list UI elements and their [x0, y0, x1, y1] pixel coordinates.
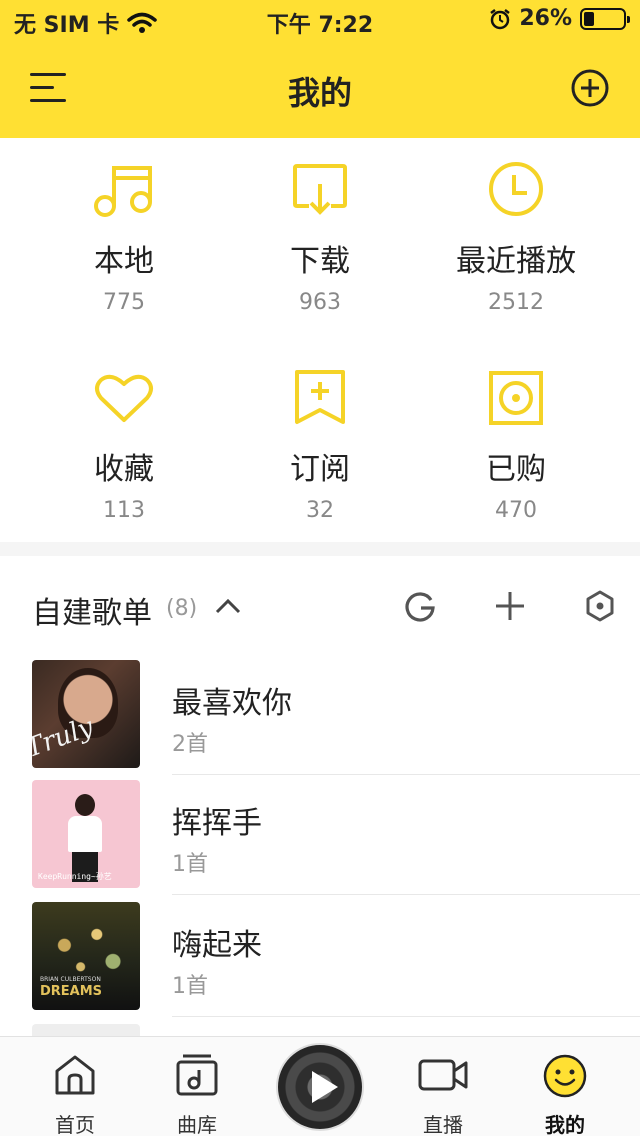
tile-label: 收藏	[94, 452, 154, 487]
music-note-icon	[94, 166, 152, 217]
playlist-cover: KeepRunning~孙艺	[32, 780, 140, 888]
settings-hex-icon[interactable]	[584, 590, 616, 622]
tab-live[interactable]: 直播	[388, 1037, 498, 1136]
cover-artist: BRIAN CULBERTSON	[40, 976, 101, 983]
add-playlist-icon[interactable]	[494, 590, 526, 622]
tab-mine[interactable]: 我的	[510, 1037, 620, 1136]
battery-percent: 26%	[519, 6, 572, 31]
play-icon[interactable]	[312, 1071, 338, 1103]
tile-purchased[interactable]: 已购 470	[416, 364, 616, 523]
status-right: 26%	[489, 6, 630, 31]
tile-count: 963	[299, 290, 341, 315]
tile-label: 已购	[486, 452, 546, 487]
tile-subscribe[interactable]: 订阅 32	[220, 364, 420, 523]
playlist-name: 挥挥手	[172, 806, 262, 841]
bookmark-plus-icon	[295, 370, 345, 424]
row-divider	[172, 894, 640, 895]
status-bar: 无 SIM 卡 下午 7:22 26%	[0, 0, 640, 40]
playlist-name: 嗨起来	[172, 928, 262, 963]
cover-title: DREAMS	[40, 984, 103, 999]
battery-level	[584, 11, 594, 26]
playlist-count: 2首	[172, 732, 208, 757]
tab-label: 首页	[55, 1113, 95, 1136]
tile-download[interactable]: 下载 963	[220, 156, 420, 315]
tile-label: 最近播放	[456, 244, 576, 279]
clock-icon	[489, 162, 543, 216]
row-divider	[172, 774, 640, 775]
section-title[interactable]: 自建歌单	[32, 588, 152, 632]
tile-count: 32	[306, 498, 334, 523]
tab-label: 直播	[423, 1113, 463, 1136]
tile-favorites[interactable]: 收藏 113	[24, 364, 224, 523]
smiley-face-icon	[543, 1054, 587, 1098]
playlist-cover: BRIAN CULBERTSON DREAMS	[32, 902, 140, 1010]
section-divider	[0, 542, 640, 556]
music-library-icon	[176, 1054, 218, 1096]
tab-home[interactable]: 首页	[20, 1037, 130, 1136]
playlist-row[interactable]: BRIAN CULBERTSON DREAMS 嗨起来 1首	[0, 902, 640, 1024]
purchased-disc-icon	[489, 371, 543, 425]
now-playing-disc[interactable]	[276, 1043, 364, 1131]
playlist-cover: Truly	[32, 660, 140, 768]
playlist-row[interactable]: KeepRunning~孙艺 挥挥手 1首	[0, 780, 640, 902]
tile-count: 113	[103, 498, 145, 523]
tile-count: 2512	[488, 290, 544, 315]
playlists-header: 自建歌单 (8)	[0, 556, 640, 656]
tile-label: 下载	[290, 244, 350, 279]
battery-icon	[580, 7, 630, 30]
video-camera-icon	[418, 1059, 468, 1091]
alarm-icon	[490, 8, 511, 29]
page-title: 我的	[287, 74, 352, 112]
heart-icon	[95, 374, 153, 422]
tab-label: 我的	[545, 1113, 585, 1136]
download-icon	[293, 164, 347, 215]
tile-count: 775	[103, 290, 145, 315]
playlist-count: 1首	[172, 974, 208, 999]
top-header: 我的	[0, 40, 640, 138]
add-circle-icon[interactable]	[570, 68, 610, 108]
shortcut-grid: 本地 775 下载 963 最近播放 2512 收藏 113 订阅 32 已购 …	[0, 138, 640, 542]
tab-label: 曲库	[177, 1113, 217, 1136]
cover-text: KeepRunning~孙艺	[38, 872, 112, 881]
tile-count: 470	[495, 498, 537, 523]
playlist-name: 最喜欢你	[172, 686, 292, 721]
home-icon	[55, 1055, 95, 1095]
tile-recent[interactable]: 最近播放 2512	[416, 156, 616, 315]
playlist-count: 1首	[172, 852, 208, 877]
tile-label: 本地	[94, 244, 154, 279]
tab-library[interactable]: 曲库	[142, 1037, 252, 1136]
section-count: (8)	[166, 596, 198, 621]
chevron-up-icon[interactable]	[214, 596, 242, 616]
tile-local[interactable]: 本地 775	[24, 156, 224, 315]
playlist-row[interactable]: Truly 最喜欢你 2首	[0, 660, 640, 782]
sort-g-icon[interactable]	[404, 590, 436, 622]
row-divider	[172, 1016, 640, 1017]
tile-label: 订阅	[290, 452, 350, 487]
